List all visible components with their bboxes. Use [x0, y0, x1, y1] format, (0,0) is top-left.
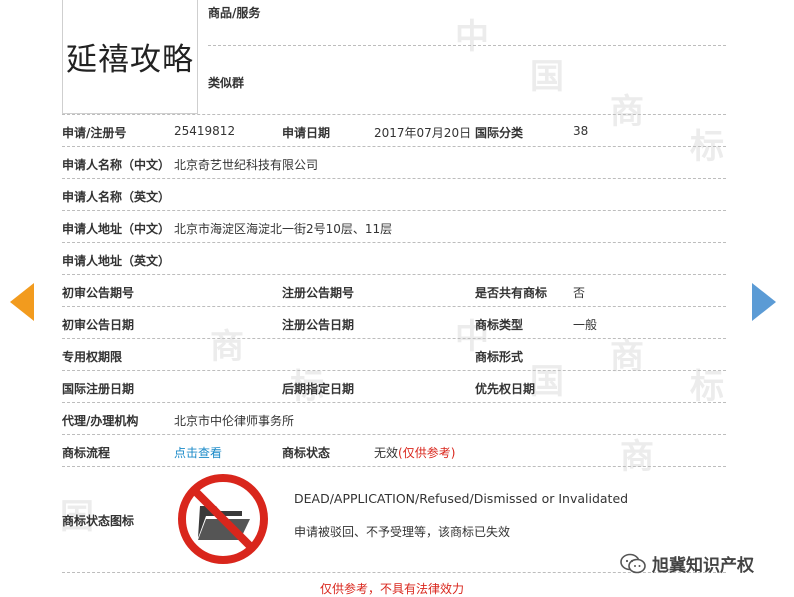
- wechat-account-name: 旭冀知识产权: [652, 556, 754, 576]
- application-date: 2017年07月20日: [374, 126, 472, 140]
- shared-trademark-value: 否: [573, 286, 586, 300]
- divider: [62, 306, 726, 307]
- divider: [62, 114, 726, 115]
- divider: [62, 466, 726, 467]
- status-description-cn: 申请被驳回、不予受理等，该商标已失效: [294, 525, 511, 539]
- next-arrow-icon[interactable]: [752, 283, 776, 321]
- divider: [62, 338, 726, 339]
- trademark-status-value: 无效(仅供参考): [374, 446, 456, 460]
- divider: [62, 242, 726, 243]
- status-description-en: DEAD/APPLICATION/Refused/Dismissed or In…: [294, 491, 629, 506]
- application-number: 25419812: [174, 124, 236, 138]
- divider: [62, 402, 726, 403]
- wechat-icon: [620, 553, 646, 573]
- divider: [208, 45, 726, 46]
- divider: [62, 434, 726, 435]
- trademark-type-value: 一般: [573, 318, 598, 332]
- agency-name: 北京市中伦律师事务所: [174, 414, 295, 428]
- divider: [62, 178, 726, 179]
- disclaimer-footer: 仅供参考，不具有法律效力: [320, 582, 465, 596]
- wechat-watermark: 旭冀知识产权: [620, 551, 754, 576]
- international-class: 38: [573, 124, 589, 138]
- goods-services-label: 商品/服务: [208, 6, 261, 20]
- no-entry-folder-icon: [178, 474, 268, 564]
- applicant-name-cn: 北京奇艺世纪科技有限公司: [174, 158, 319, 172]
- previous-arrow-icon[interactable]: [10, 283, 34, 321]
- trademark-logo-text: 延禧攻略: [66, 42, 194, 78]
- divider: [62, 274, 726, 275]
- similar-group-label: 类似群: [208, 76, 245, 90]
- divider: [62, 370, 726, 371]
- applicant-address-cn: 北京市海淀区海淀北一街2号10层、11层: [174, 222, 393, 236]
- divider: [62, 210, 726, 211]
- trademark-image: 延禧攻略: [62, 0, 198, 114]
- reference-note: (仅供参考): [398, 446, 456, 460]
- divider: [62, 146, 726, 147]
- view-process-link[interactable]: 点击查看: [174, 444, 222, 461]
- status-icon-label: 商标状态图标: [62, 514, 135, 528]
